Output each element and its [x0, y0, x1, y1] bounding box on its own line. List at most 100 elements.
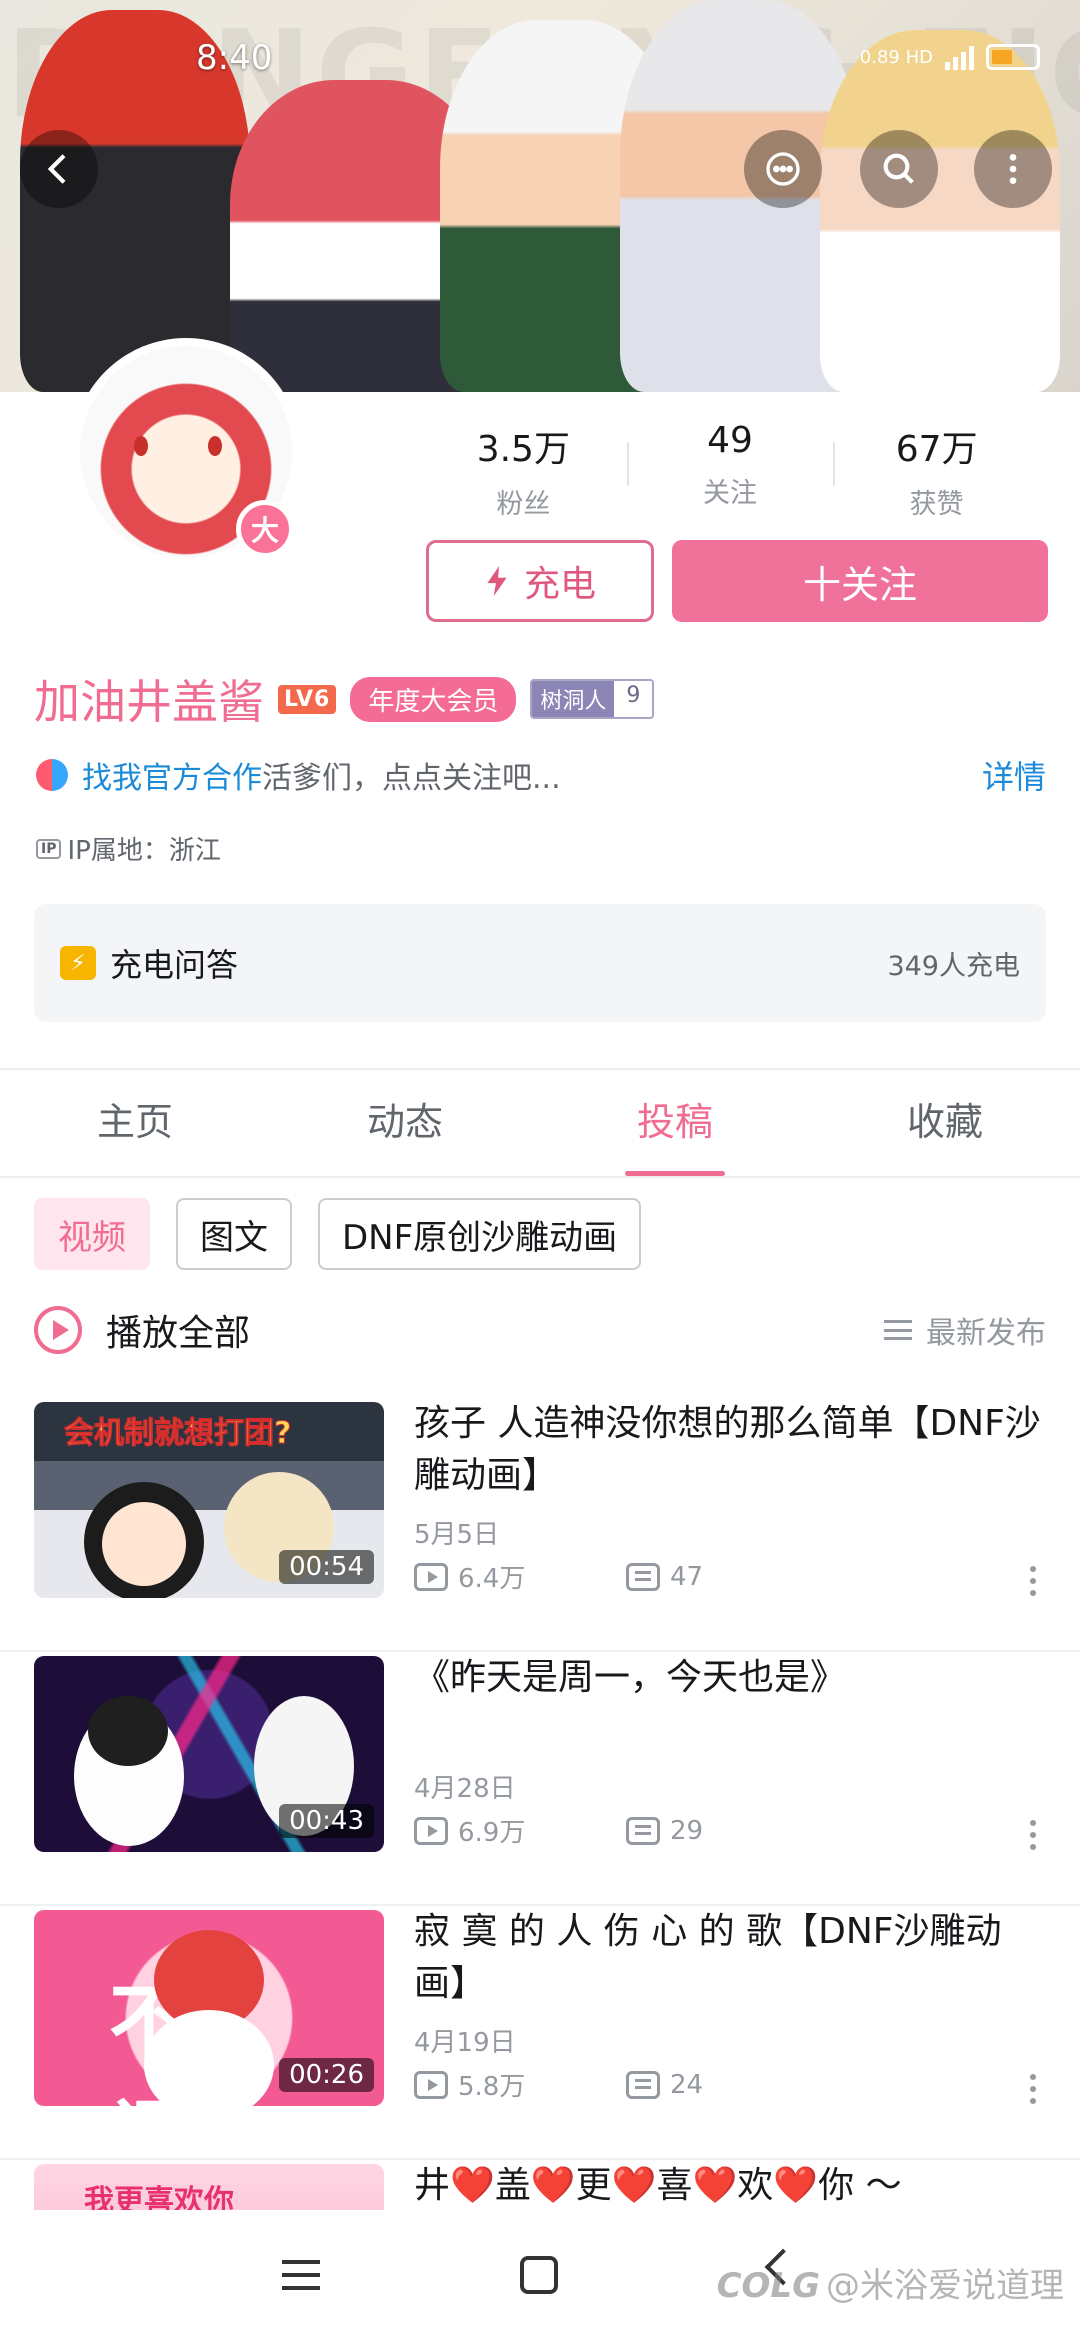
- more-vertical-icon: [1009, 154, 1017, 184]
- details-link[interactable]: 详情: [982, 752, 1046, 798]
- views-count: 5.8万: [458, 2072, 526, 2102]
- tree-hole-badge[interactable]: 树洞人 9: [530, 679, 655, 719]
- play-count-icon: [414, 1816, 448, 1845]
- tab-dynamics[interactable]: 动态: [270, 1070, 540, 1176]
- thumbnail-figure: [88, 1696, 168, 1766]
- home-icon[interactable]: [520, 2256, 558, 2294]
- stat-label: 获赞: [909, 489, 964, 520]
- video-views: 6.9万: [414, 1812, 626, 1849]
- battery-icon: [986, 44, 1040, 70]
- ip-location-row: IP IP属地：浙江: [36, 830, 221, 867]
- video-date: 4月28日: [414, 1774, 516, 1804]
- sort-label: 最新发布: [926, 1316, 1046, 1351]
- stat-following[interactable]: 49 关注: [626, 420, 834, 521]
- tab-favorites[interactable]: 收藏: [810, 1070, 1080, 1176]
- danmaku-icon: [626, 2070, 660, 2099]
- ip-location: IP属地：浙江: [67, 836, 221, 866]
- stat-likes[interactable]: 67万 获赞: [833, 420, 1040, 521]
- video-item[interactable]: 不 闪 00:26 寂 寞 的 人 伤 心 的 歌【DNF沙雕动画】 4月19日…: [0, 1906, 1080, 2160]
- views-count: 6.9万: [458, 1818, 526, 1848]
- play-all-icon[interactable]: [34, 1306, 82, 1354]
- video-thumbnail[interactable]: 不 闪 00:26: [34, 1910, 384, 2106]
- play-all-button[interactable]: 播放全部: [106, 1304, 884, 1356]
- tree-hole-label: 树洞人: [532, 681, 615, 717]
- video-stats: 6.9万 29: [414, 1812, 838, 1849]
- views-count: 6.4万: [458, 1564, 526, 1594]
- video-duration: 00:43: [279, 1804, 374, 1838]
- vip-badge[interactable]: 年度大会员: [350, 676, 517, 722]
- lightning-chat-icon: ⚡: [60, 946, 96, 980]
- username-row: 加油井盖酱 LV6 年度大会员 树洞人 9: [34, 666, 655, 732]
- play-count-icon: [414, 1562, 448, 1591]
- stat-value: 67万: [895, 429, 978, 470]
- bio-row: 找我官方合作 活爹们，点点关注吧... 详情: [36, 752, 1046, 798]
- stat-label: 粉丝: [496, 489, 551, 520]
- charge-button[interactable]: 充电: [426, 540, 654, 622]
- video-title[interactable]: 孩子 人造神没你想的那么简单【DNF沙雕动画】: [414, 1398, 1054, 1502]
- cooperation-logo-icon: [36, 759, 68, 791]
- chip-dnf-animation[interactable]: DNF原创沙雕动画: [318, 1198, 642, 1270]
- video-item[interactable]: 00:43 《昨天是周一，今天也是》 4月28日 6.9万 29: [0, 1652, 1080, 1906]
- username: 加油井盖酱: [34, 675, 264, 729]
- share-button[interactable]: [744, 130, 822, 208]
- follow-button-label: 十关注: [802, 562, 917, 607]
- video-thumbnail[interactable]: 会机制就想打团? 00:54: [34, 1402, 384, 1598]
- ip-icon: IP: [36, 838, 62, 859]
- stat-value: 3.5万: [476, 429, 570, 470]
- follow-button[interactable]: 十关注: [672, 540, 1048, 622]
- more-menu-button[interactable]: [974, 130, 1052, 208]
- video-duration: 00:54: [279, 1550, 374, 1584]
- charge-button-label: 充电: [523, 564, 596, 605]
- watermark-logo: COLG: [716, 2266, 820, 2306]
- play-count-icon: [414, 2070, 448, 2099]
- video-date: 4月19日: [414, 2028, 516, 2058]
- profile-page: DUNGEON & FIGHTER 8:40 0.89 HD 大 3.5万 粉: [0, 0, 1080, 2340]
- status-time: 8:40: [196, 38, 273, 78]
- lightning-icon: [487, 566, 507, 596]
- avatar-badge: 大: [236, 500, 294, 558]
- menu-icon[interactable]: [282, 2260, 320, 2290]
- source-watermark: COLG @米浴爱说道理: [717, 2258, 1064, 2307]
- profile-tabs: 主页 动态 投稿 收藏: [0, 1068, 1080, 1178]
- back-button[interactable]: [20, 130, 98, 208]
- sort-button[interactable]: 最新发布: [884, 1308, 1046, 1352]
- video-more-icon[interactable]: [1030, 1820, 1036, 1850]
- profile-stats: 3.5万 粉丝 49 关注 67万 获赞: [420, 420, 1040, 521]
- video-item[interactable]: 会机制就想打团? 00:54 孩子 人造神没你想的那么简单【DNF沙雕动画】 5…: [0, 1398, 1080, 1652]
- video-duration: 00:26: [279, 2058, 374, 2092]
- charge-qa-count: 349人充电: [887, 950, 1020, 982]
- tab-uploads[interactable]: 投稿: [540, 1070, 810, 1176]
- status-indicators: 0.89 HD: [860, 44, 1040, 70]
- video-danmaku: 29: [626, 1812, 838, 1849]
- chip-video[interactable]: 视频: [34, 1198, 150, 1270]
- video-more-icon[interactable]: [1030, 1566, 1036, 1596]
- stat-value: 49: [707, 420, 753, 461]
- thumbnail-caption: 会机制就想打团?: [63, 1416, 292, 1452]
- cooperation-link[interactable]: 找我官方合作: [82, 753, 262, 797]
- video-list: 会机制就想打团? 00:54 孩子 人造神没你想的那么简单【DNF沙雕动画】 5…: [0, 1398, 1080, 2340]
- danmaku-count: 24: [670, 2069, 704, 2100]
- charge-qa-card[interactable]: ⚡ 充电问答 349人充电: [34, 904, 1046, 1022]
- video-title[interactable]: 井❤️盖❤️更❤️喜❤️欢❤️你 ～: [414, 2160, 1054, 2212]
- video-views: 6.4万: [414, 1558, 626, 1595]
- stat-label: 关注: [703, 478, 757, 509]
- tab-home[interactable]: 主页: [0, 1070, 270, 1176]
- danmaku-count: 47: [670, 1561, 704, 1592]
- video-danmaku: 47: [626, 1558, 838, 1595]
- play-all-row: 播放全部 最新发布: [34, 1304, 1046, 1356]
- level-badge: LV6: [278, 684, 337, 714]
- list-sort-icon: [884, 1320, 912, 1340]
- stat-fans[interactable]: 3.5万 粉丝: [420, 420, 627, 521]
- network-speed: 0.89 HD: [859, 46, 933, 68]
- search-button[interactable]: [860, 130, 938, 208]
- tree-hole-count: 9: [614, 681, 653, 717]
- chip-image-text[interactable]: 图文: [176, 1198, 292, 1270]
- signal-icon: [945, 44, 974, 70]
- video-more-icon[interactable]: [1030, 2074, 1036, 2104]
- danmaku-icon: [626, 1562, 660, 1591]
- video-thumbnail[interactable]: 00:43: [34, 1656, 384, 1852]
- video-title[interactable]: 《昨天是周一，今天也是》: [414, 1652, 1054, 1704]
- status-bar: 8:40 0.89 HD: [0, 30, 1080, 90]
- video-title[interactable]: 寂 寞 的 人 伤 心 的 歌【DNF沙雕动画】: [414, 1906, 1054, 2010]
- video-date: 5月5日: [414, 1520, 500, 1550]
